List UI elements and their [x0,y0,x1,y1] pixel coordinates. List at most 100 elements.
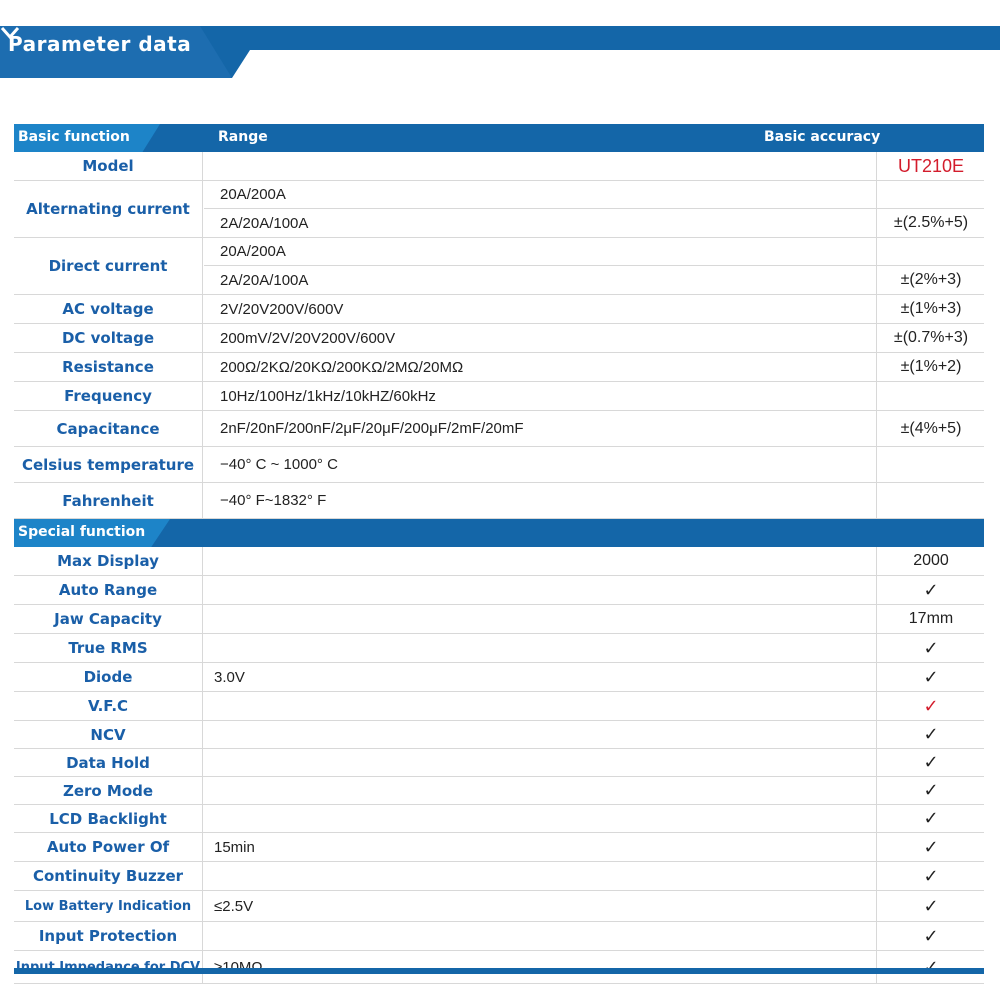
range-cell: 15min [214,838,255,856]
row-label: Model [14,152,203,180]
row-ac-voltage: AC voltage 2V/20V200V/600V ±(1%+3) [14,295,984,324]
accuracy-cell: ±(2%+3) [876,266,985,294]
page-banner: Parameter data [0,26,1000,78]
row-label: Alternating current [14,181,203,237]
basic-function-label: Basic function [18,129,130,145]
special-row: Continuity Buzzer ✓ [14,862,984,891]
range-cell [204,576,874,604]
value-cell: 17mm [876,605,985,633]
range-cell [204,605,874,633]
checkmark-icon: ✓ [876,891,985,921]
row-fahrenheit: Fahrenheit −40° F~1832° F [14,483,984,519]
special-row: Max Display 2000 [14,547,984,576]
special-row: Zero Mode ✓ [14,777,984,805]
special-rows: Max Display 2000 Auto Range ✓ Jaw Capacity 17… [14,547,984,984]
row-frequency: Frequency 10Hz/100Hz/1kHz/10kHZ/60kHz [14,382,984,411]
range-cell [204,721,874,748]
checkmark-icon: ✓ [876,805,985,832]
accuracy-cell: ±(1%+2) [876,353,985,381]
row-model: Model UT210E [14,152,984,181]
row-resistance: Resistance 200Ω/2KΩ/20KΩ/200KΩ/2MΩ/20MΩ … [14,353,984,382]
range-cell: 200mV/2V/20V200V/600V [220,329,396,347]
range-cell: 2A/20A/100A [220,271,309,289]
checkmark-icon: ✓ [876,777,985,804]
special-function-header: Special function [14,519,984,547]
range-label: Range [218,129,268,145]
range-cell: ≤2.5V [214,897,254,915]
accuracy-cell [876,382,985,410]
checkmark-icon: ✓ [876,634,985,662]
row-label: Max Display [14,547,203,575]
range-cell [204,862,874,890]
checkmark-icon: ✓ [876,951,985,983]
accuracy-cell [876,181,985,208]
range-cell [204,749,874,776]
special-row: Diode 3.0V ✓ [14,663,984,692]
row-label: Auto Range [14,576,203,604]
range-cell: −40° F~1832° F [220,492,327,509]
special-row: Data Hold ✓ [14,749,984,777]
checkmark-icon: ✓ [876,721,985,748]
sub-row: 20A/200A [204,238,984,266]
range-cell: ≥10MΩ [214,958,263,976]
row-label: LCD Backlight [14,805,203,832]
row-label: Low Battery Indication [14,891,203,921]
model-value: UT210E [876,152,985,180]
sub-row: 2A/20A/100A ±(2%+3) [204,266,984,294]
row-label: Auto Power Of [14,833,203,861]
range-cell: 3.0V [214,668,245,686]
row-label: Input Impedance for DCV [14,951,203,983]
row-label: Jaw Capacity [14,605,203,633]
row-label: DC voltage [14,324,203,352]
checkmark-icon: ✓ [876,922,985,950]
special-row: Auto Power Of 15min ✓ [14,833,984,862]
row-label: Continuity Buzzer [14,862,203,890]
special-row: Input Protection ✓ [14,922,984,951]
row-label: Celsius temperature [14,447,203,482]
special-row: LCD Backlight ✓ [14,805,984,833]
accuracy-cell [876,447,985,482]
range-cell: 10Hz/100Hz/1kHz/10kHZ/60kHz [220,387,436,405]
row-dc-voltage: DC voltage 200mV/2V/20V200V/600V ±(0.7%+… [14,324,984,353]
special-row: V.F.C ✓ [14,692,984,721]
row-label: Direct current [14,238,203,294]
chevron-down-icon [0,27,20,40]
sub-row: 2A/20A/100A ±(2.5%+5) [204,209,984,237]
accuracy-cell: ±(1%+3) [876,295,985,323]
row-capacitance: Capacitance 2nF/20nF/200nF/2μF/20μF/200μ… [14,411,984,447]
range-cell [204,922,874,950]
special-row: Auto Range ✓ [14,576,984,605]
accuracy-cell: ±(4%+5) [876,411,985,446]
row-celsius-temperature: Celsius temperature −40° C ~ 1000° C [14,447,984,483]
checkmark-icon: ✓ [876,833,985,861]
range-cell [204,547,874,575]
table-bottom-bar [14,968,984,974]
range-cell [204,692,874,720]
row-label: Zero Mode [14,777,203,804]
row-label: AC voltage [14,295,203,323]
checkmark-icon: ✓ [876,692,985,720]
accuracy-cell [876,238,985,265]
special-row: Jaw Capacity 17mm [14,605,984,634]
row-label: Data Hold [14,749,203,776]
checkmark-icon: ✓ [876,749,985,776]
accuracy-cell [876,483,985,518]
row-alternating-current: Alternating current 20A/200A 2A/20A/100A… [14,181,984,238]
special-row: Low Battery Indication ≤2.5V ✓ [14,891,984,922]
row-label: True RMS [14,634,203,662]
range-cell: 20A/200A [220,186,286,203]
range-cell: 200Ω/2KΩ/20KΩ/200KΩ/2MΩ/20MΩ [220,358,464,376]
special-function-label: Special function [18,524,146,540]
parameter-table: Basic function Range Basic accuracy Mode… [14,124,984,984]
row-label: Diode [14,663,203,691]
row-direct-current: Direct current 20A/200A 2A/20A/100A ±(2%… [14,238,984,295]
row-label: NCV [14,721,203,748]
range-cell: 2nF/20nF/200nF/2μF/20μF/200μF/2mF/20mF [220,420,524,437]
sub-row: 20A/200A [204,181,984,209]
range-cell [204,634,874,662]
row-label: Resistance [14,353,203,381]
row-label: Capacitance [14,411,203,446]
page-title: Parameter data [8,32,192,56]
accuracy-cell: ±(2.5%+5) [876,209,985,237]
range-cell: 20A/200A [220,243,286,260]
